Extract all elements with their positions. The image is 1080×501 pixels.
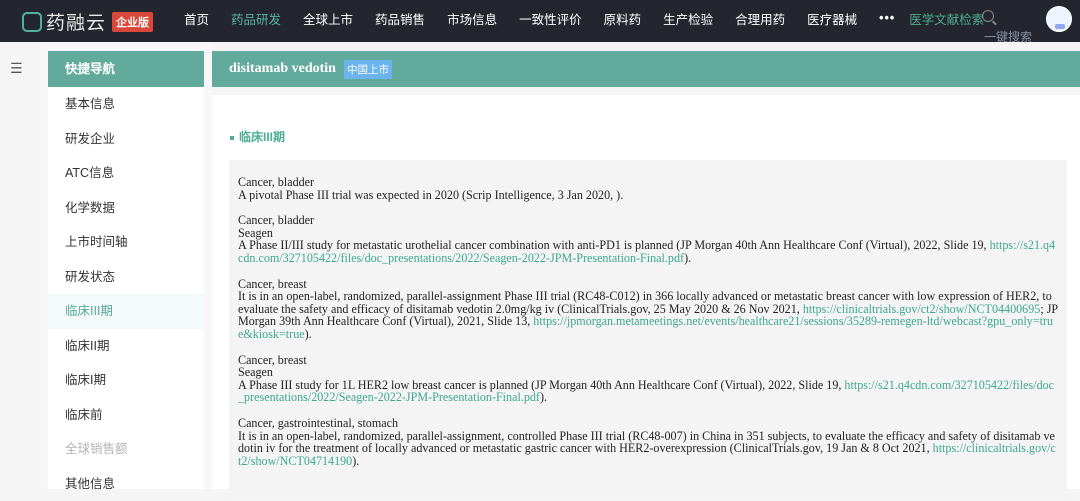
nav-item[interactable]: 全球上市: [303, 9, 353, 28]
top-nav-bar: 药融云 企业版 首页 药品研发 全球上市 药品销售 市场信息 一致性评价 原料药 生产检验 合理…: [0, 0, 1080, 42]
sidebar-item[interactable]: 全球销售额: [48, 432, 204, 467]
menu-toggle-icon[interactable]: ☰: [10, 60, 23, 77]
trial-list: Cancer, bladder A pivotal Phase III trial…: [229, 160, 1067, 500]
sidebar-item[interactable]: ATC信息: [48, 156, 204, 191]
quick-nav-title: 快捷导航: [48, 51, 204, 87]
entry-description: It is in an open-label, randomized, para…: [238, 430, 1058, 468]
nav-item[interactable]: 生产检验: [663, 9, 713, 28]
nav-item[interactable]: 市场信息: [447, 9, 497, 28]
nav-item[interactable]: 药品销售: [375, 9, 425, 28]
section-title: 临床III期: [230, 128, 285, 145]
quick-search-link[interactable]: 一键搜索: [984, 28, 1032, 45]
brand-logo[interactable]: 药融云 企业版: [22, 8, 153, 35]
sidebar-item[interactable]: 临床前: [48, 398, 204, 433]
trial-entry: Cancer, breastIt is in an open-label, ra…: [238, 278, 1058, 341]
sidebar-item[interactable]: 上市时间轴: [48, 225, 204, 260]
entry-text: ).: [352, 454, 359, 468]
entry-description: A Phase II/III study for metastatic urot…: [238, 239, 1058, 264]
nav-literature-search[interactable]: 医学文献检索: [909, 9, 984, 28]
entry-heading-line: Cancer, bladder: [238, 214, 1058, 227]
main-nav: 首页 药品研发 全球上市 药品销售 市场信息 一致性评价 原料药 生产检验 合理用药 医疗器械 ••…: [184, 0, 992, 36]
user-avatar[interactable]: [1046, 6, 1072, 32]
drug-header: disitamab vedotin 中国上市: [212, 51, 1080, 87]
nav-item[interactable]: 医疗器械: [807, 9, 857, 28]
logo-icon: [22, 12, 42, 32]
sidebar-item[interactable]: 基本信息: [48, 87, 204, 122]
sidebar-item[interactable]: 临床II期: [48, 329, 204, 364]
nav-item[interactable]: 药品研发: [231, 9, 281, 28]
sidebar-item[interactable]: 临床III期: [48, 294, 204, 329]
trial-entry: Cancer, gastrointestinal, stomachIt is i…: [238, 417, 1058, 467]
entry-heading-line: Cancer, breast: [238, 354, 1058, 367]
entry-text: ).: [540, 390, 547, 404]
brand-name: 药融云: [46, 8, 106, 35]
nav-item[interactable]: 原料药: [604, 9, 642, 28]
sidebar-item[interactable]: 其他信息: [48, 467, 204, 501]
entry-text: ).: [684, 251, 691, 265]
main-content: 临床III期 Cancer, bladderA pivotal Phase II…: [212, 95, 1080, 489]
sidebar-item[interactable]: 化学数据: [48, 191, 204, 226]
trial-entry: Cancer, bladderSeagenA Phase II/III stud…: [238, 214, 1058, 264]
edition-badge: 企业版: [112, 12, 153, 32]
more-menu-icon[interactable]: •••: [879, 11, 895, 25]
sidebar-item[interactable]: 临床I期: [48, 363, 204, 398]
nav-item[interactable]: 合理用药: [735, 9, 785, 28]
quick-nav: 快捷导航 基本信息研发企业ATC信息化学数据上市时间轴研发状态临床III期临床I…: [48, 51, 204, 489]
entry-text: ).: [305, 327, 312, 341]
sidebar-item[interactable]: 研发状态: [48, 260, 204, 295]
drug-name: disitamab vedotin: [229, 61, 336, 77]
entry-description: A pivotal Phase III trial was expected i…: [238, 189, 1058, 202]
sidebar-item[interactable]: 研发企业: [48, 122, 204, 157]
nav-item[interactable]: 首页: [184, 9, 209, 28]
market-status-badge: 中国上市: [344, 60, 392, 79]
entry-description: It is in an open-label, randomized, para…: [238, 290, 1058, 340]
entry-description: A Phase III study for 1L HER2 low breast…: [238, 379, 1058, 404]
trial-entry: Cancer, breastSeagenA Phase III study fo…: [238, 354, 1058, 404]
search-icon[interactable]: [982, 10, 994, 22]
trial-entry: Cancer, bladderA pivotal Phase III trial…: [238, 176, 1058, 201]
nav-item[interactable]: 一致性评价: [519, 9, 582, 28]
entry-text: A pivotal Phase III trial was expected i…: [238, 188, 623, 202]
